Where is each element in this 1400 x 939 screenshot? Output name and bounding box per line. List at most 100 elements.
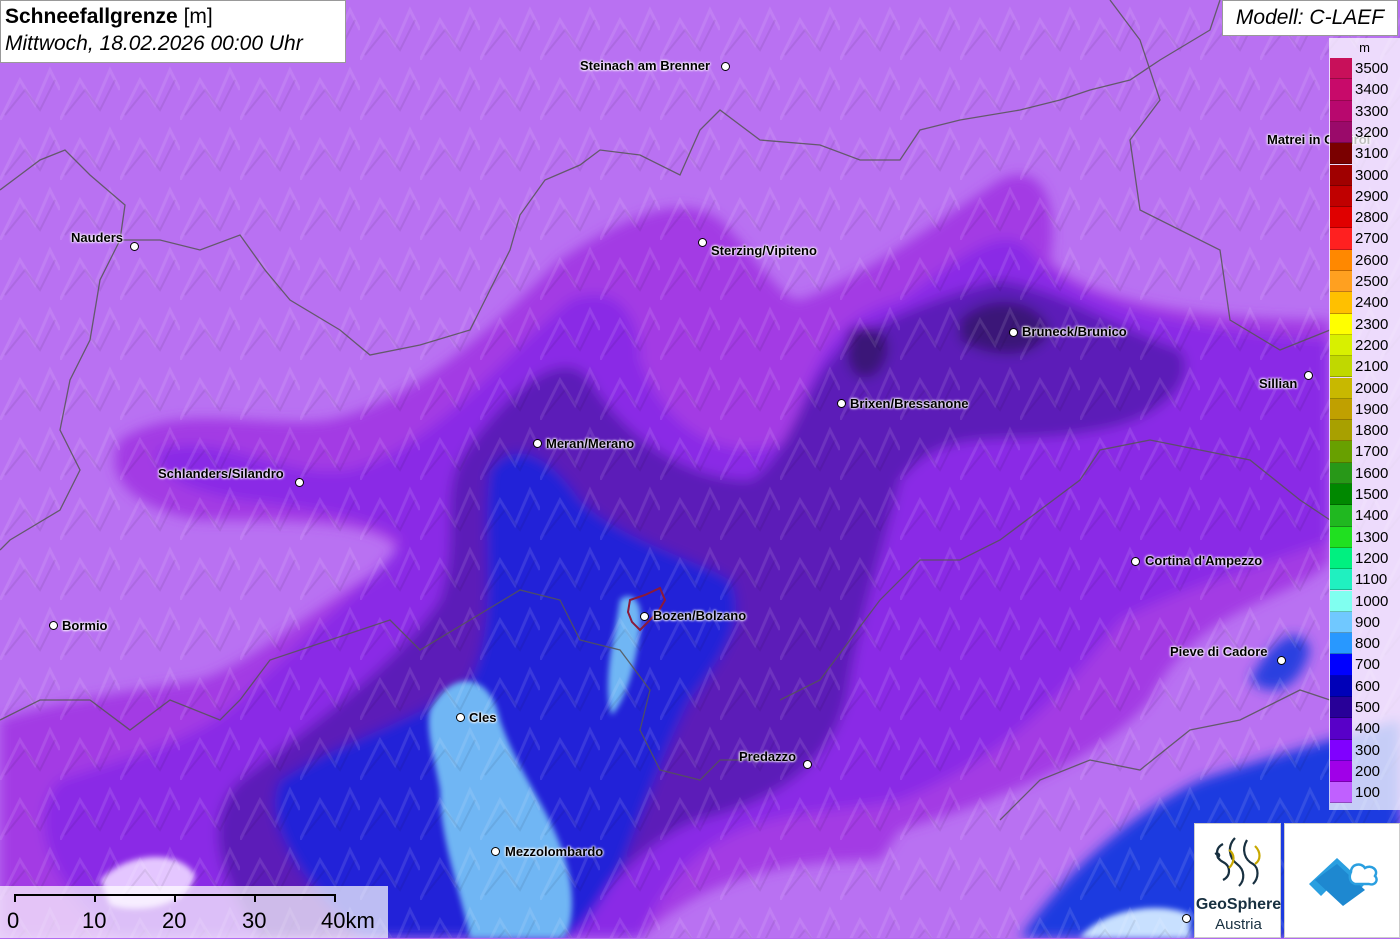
city-marker xyxy=(721,62,730,71)
legend-row: 1600 xyxy=(1329,462,1400,484)
legend-label: 600 xyxy=(1355,677,1381,695)
legend-swatch xyxy=(1330,420,1352,442)
legend-swatch xyxy=(1330,356,1352,378)
legend-row: 2700 xyxy=(1329,228,1400,250)
color-legend: m 3500 3400 3300 3200 3100 3000 2900 2800 2700 26… xyxy=(1329,38,1400,810)
legend-row: 2000 xyxy=(1329,377,1400,399)
legend-row: 200 xyxy=(1329,760,1400,783)
legend-label: 500 xyxy=(1355,699,1381,716)
map-title-box: Schneefallgrenze [m] Mittwoch, 18.02.202… xyxy=(0,0,346,63)
city-marker xyxy=(640,612,649,621)
legend-swatch xyxy=(1330,675,1352,697)
legend-label: 800 xyxy=(1355,635,1381,653)
city-label-mezzolombardo: Mezzolombardo xyxy=(505,844,604,859)
legend-row: 100 xyxy=(1329,782,1400,804)
legend-row: 1700 xyxy=(1329,441,1400,463)
legend-label: 1900 xyxy=(1355,400,1389,418)
legend-swatch xyxy=(1330,100,1352,122)
map-date: Mittwoch, 18.02.2026 00:00 Uhr xyxy=(5,32,303,55)
city-label-cles: Cles xyxy=(469,710,497,725)
legend-swatch xyxy=(1330,718,1352,740)
legend-swatch xyxy=(1330,271,1352,293)
legend-label: 3500 xyxy=(1355,60,1389,77)
legend-swatch xyxy=(1330,526,1352,548)
legend-label: 2300 xyxy=(1355,315,1389,333)
legend-row: 3000 xyxy=(1329,164,1400,186)
city-label-bormio: Bormio xyxy=(62,618,108,633)
city-marker xyxy=(295,478,304,487)
city-label-schlanders: Schlanders/Silandro xyxy=(158,466,284,481)
legend-swatch xyxy=(1330,58,1352,80)
legend-label: 2800 xyxy=(1355,209,1389,227)
legend-row: 2800 xyxy=(1329,207,1400,229)
legend-label: 2500 xyxy=(1355,273,1389,290)
legend-label: 400 xyxy=(1355,720,1381,738)
legend-row: 3200 xyxy=(1329,121,1400,144)
city-marker xyxy=(1304,371,1313,380)
legend-label: 1400 xyxy=(1355,507,1389,525)
map-title-unit: [m] xyxy=(183,5,213,28)
legend-swatch xyxy=(1330,398,1352,421)
geosphere-emblem-icon xyxy=(1214,837,1261,887)
geosphere-logo[interactable]: GeoSphere Austria xyxy=(1194,823,1281,938)
legend-swatch xyxy=(1330,121,1352,144)
legend-label: 1200 xyxy=(1355,549,1389,567)
legend-row: 2600 xyxy=(1329,249,1400,271)
city-marker xyxy=(837,399,846,408)
legend-label: 2700 xyxy=(1355,230,1389,248)
legend-row: 3500 xyxy=(1329,58,1400,80)
legend-swatch xyxy=(1330,441,1352,463)
legend-label: 2000 xyxy=(1355,379,1389,397)
partner-logo[interactable] xyxy=(1284,823,1400,938)
legend-swatch xyxy=(1330,654,1352,676)
legend-row: 1400 xyxy=(1329,505,1400,527)
legend-label: 900 xyxy=(1355,613,1381,631)
legend-swatch xyxy=(1330,228,1352,250)
legend-label: 200 xyxy=(1355,762,1381,780)
city-label-cortina: Cortina d'Ampezzo xyxy=(1145,553,1263,568)
city-label-steinach: Steinach am Brenner xyxy=(580,58,711,73)
city-label-pieve: Pieve di Cadore xyxy=(1170,644,1268,659)
legend-swatch xyxy=(1330,249,1352,271)
scale-label: 10 xyxy=(82,908,107,933)
legend-label: 1500 xyxy=(1355,486,1389,503)
legend-unit: m xyxy=(1359,40,1370,55)
scale-label: 30 xyxy=(242,908,267,933)
legend-row: 500 xyxy=(1329,697,1400,719)
city-label-nauders: Nauders xyxy=(71,230,124,245)
legend-label: 1300 xyxy=(1355,528,1389,546)
legend-swatch xyxy=(1330,484,1352,506)
legend-row: 3100 xyxy=(1329,143,1400,165)
legend-label: 2100 xyxy=(1355,358,1389,376)
city-label-meran: Meran/Merano xyxy=(546,436,635,451)
city-label-sterzing: Sterzing/Vipiteno xyxy=(711,243,817,258)
legend-swatch xyxy=(1330,611,1352,634)
legend-row: 300 xyxy=(1329,739,1400,761)
city-label-brixen: Brixen/Bressanone xyxy=(850,396,969,411)
legend-swatch xyxy=(1330,164,1352,186)
city-label-sillian: Sillian xyxy=(1259,376,1298,391)
legend-row: 1100 xyxy=(1329,569,1400,591)
city-marker xyxy=(456,713,465,722)
legend-swatch xyxy=(1330,462,1352,484)
legend-swatch xyxy=(1330,143,1352,165)
city-marker xyxy=(1009,328,1018,337)
legend-label: 3000 xyxy=(1355,166,1389,184)
legend-swatch xyxy=(1330,760,1352,783)
scale-tick xyxy=(254,894,256,902)
legend-label: 3400 xyxy=(1355,81,1389,99)
legend-label: 3200 xyxy=(1355,123,1389,141)
legend-row: 2400 xyxy=(1329,292,1400,314)
legend-row: 900 xyxy=(1329,611,1400,634)
legend-label: 2400 xyxy=(1355,294,1389,312)
legend-row: 1000 xyxy=(1329,590,1400,612)
legend-row: 3300 xyxy=(1329,100,1400,122)
legend-row: 600 xyxy=(1329,675,1400,697)
legend-row: 800 xyxy=(1329,633,1400,655)
city-marker xyxy=(130,242,139,251)
scale-tick xyxy=(174,894,176,902)
city-marker xyxy=(491,847,500,856)
city-marker xyxy=(803,760,812,769)
legend-row: 2900 xyxy=(1329,185,1400,208)
legend-label: 2600 xyxy=(1355,251,1389,269)
